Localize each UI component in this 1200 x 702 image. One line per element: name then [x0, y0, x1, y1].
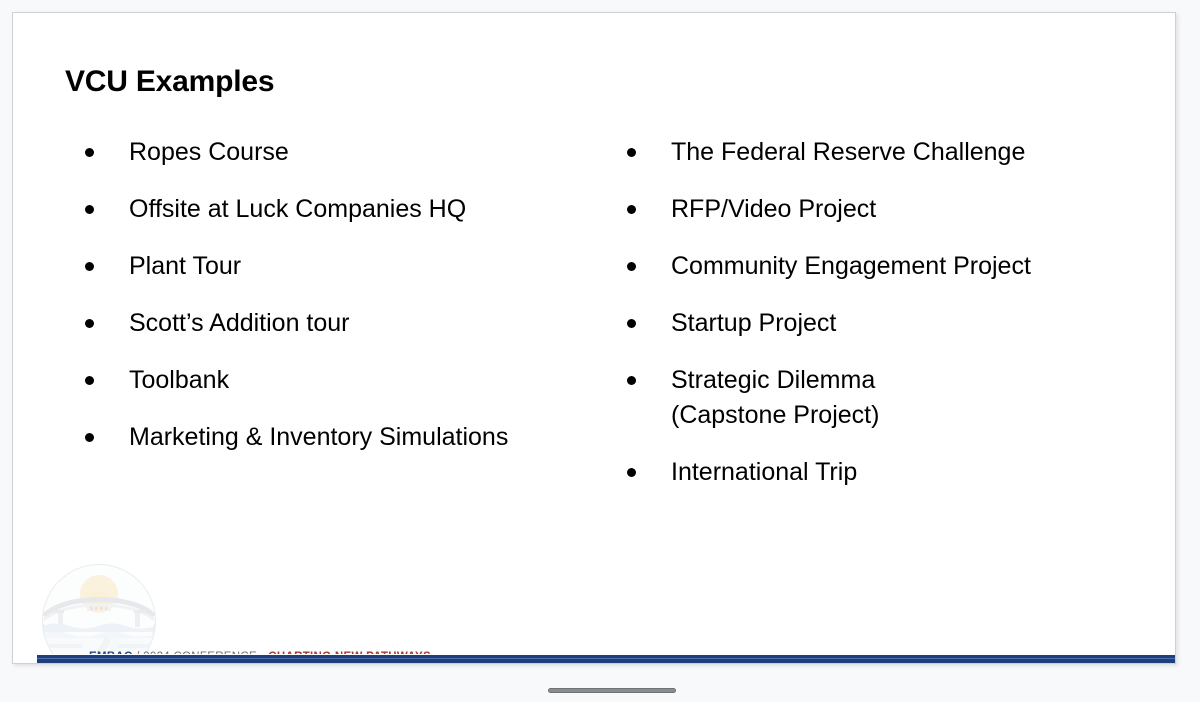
- list-item: International Trip: [627, 455, 1147, 490]
- list-item-label: Scott’s Addition tour: [129, 309, 350, 337]
- list-item-label: Startup Project: [671, 309, 837, 337]
- bullet-column-right: The Federal Reserve Challenge RFP/Video …: [627, 135, 1147, 512]
- list-item-label: Strategic Dilemma (Capstone Project): [671, 366, 880, 429]
- list-item: Ropes Course: [85, 135, 645, 170]
- page-title: VCU Examples: [65, 65, 275, 98]
- list-item: Strategic Dilemma (Capstone Project): [627, 363, 1147, 433]
- list-item-label: Offsite at Luck Companies HQ: [129, 195, 467, 223]
- bullet-dot-icon: [627, 148, 636, 157]
- bullet-dot-icon: [627, 376, 636, 385]
- list-item-label: RFP/Video Project: [671, 195, 877, 223]
- list-item: Marketing & Inventory Simulations: [85, 420, 645, 455]
- list-item-label: Marketing & Inventory Simulations: [129, 423, 509, 451]
- list-item: RFP/Video Project: [627, 192, 1147, 227]
- horizontal-scrollbar-thumb[interactable]: [548, 688, 676, 693]
- horizontal-scrollbar[interactable]: [0, 672, 1200, 702]
- list-item-label: Plant Tour: [129, 252, 242, 280]
- list-item: Offsite at Luck Companies HQ: [85, 192, 645, 227]
- bullet-dot-icon: [627, 468, 636, 477]
- list-item: Scott’s Addition tour: [85, 306, 645, 341]
- bullet-dot-icon: [85, 262, 94, 271]
- bullet-columns: Ropes Course Offsite at Luck Companies H…: [13, 135, 1175, 555]
- footer-accent-bar: [37, 654, 1175, 663]
- list-item-label: International Trip: [671, 458, 858, 486]
- list-item: Community Engagement Project: [627, 249, 1147, 284]
- list-item-label: The Federal Reserve Challenge: [671, 138, 1026, 166]
- list-item-label: Toolbank: [129, 366, 230, 394]
- list-item: Startup Project: [627, 306, 1147, 341]
- embac-logo-watermark-icon: [42, 564, 156, 663]
- footer-accent-bar-highlight: [37, 658, 1175, 659]
- bullet-dot-icon: [85, 319, 94, 328]
- list-item-label: Ropes Course: [129, 138, 289, 166]
- list-item: Toolbank: [85, 363, 645, 398]
- list-item-label: Community Engagement Project: [671, 252, 1031, 280]
- list-item: Plant Tour: [85, 249, 645, 284]
- bullet-dot-icon: [85, 148, 94, 157]
- bullet-dot-icon: [627, 205, 636, 214]
- bullet-dot-icon: [85, 376, 94, 385]
- bullet-column-left: Ropes Course Offsite at Luck Companies H…: [85, 135, 645, 477]
- bullet-dot-icon: [627, 262, 636, 271]
- bullet-dot-icon: [85, 433, 94, 442]
- list-item: The Federal Reserve Challenge: [627, 135, 1147, 170]
- slide-card: VCU Examples Ropes Course Offsite at Luc…: [12, 12, 1176, 664]
- bullet-dot-icon: [627, 319, 636, 328]
- bullet-dot-icon: [85, 205, 94, 214]
